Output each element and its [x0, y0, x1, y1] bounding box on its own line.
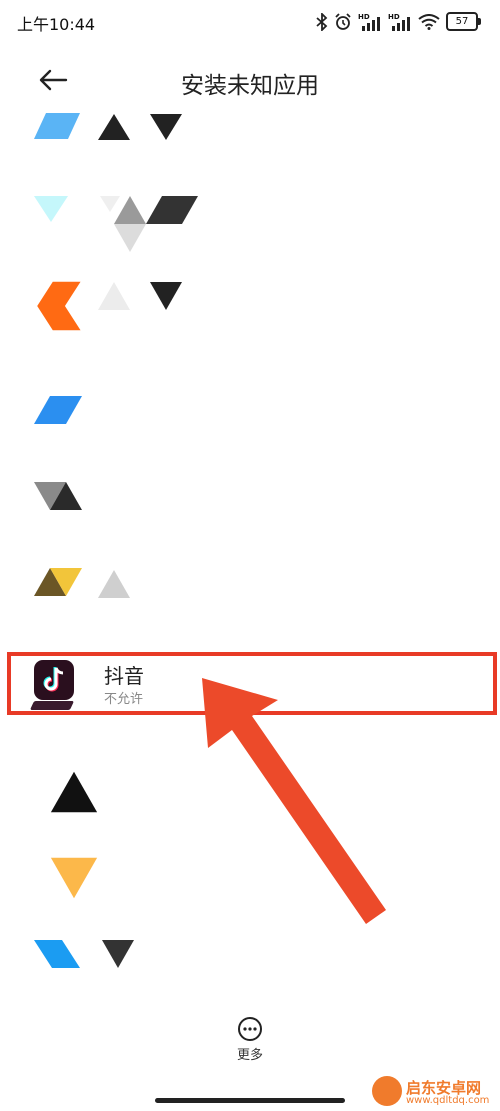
tiktok-note-icon — [43, 667, 64, 692]
app-list-item[interactable] — [0, 194, 500, 280]
obscured-label-shape — [100, 196, 198, 252]
obscured-label-shape — [102, 940, 134, 968]
app-list-item[interactable] — [0, 556, 500, 642]
more-button[interactable]: 更多 — [222, 1016, 278, 1072]
status-bar: 上午10:44 HD HD 57 — [0, 0, 500, 44]
status-icons: HD HD 57 — [316, 12, 481, 31]
app-list-item[interactable] — [0, 470, 500, 556]
obscured-label-shape — [98, 114, 182, 140]
app-list-item[interactable] — [0, 756, 500, 842]
status-time: 上午10:44 — [17, 15, 96, 34]
app-name: 抖音 — [104, 664, 144, 688]
watermark-url: www.qdltdq.com — [406, 1095, 490, 1106]
obscured-label-shape — [98, 282, 182, 310]
app-list-item[interactable] — [0, 928, 500, 1014]
app-list-item[interactable] — [0, 280, 500, 366]
app-list-item[interactable] — [0, 108, 500, 194]
app-icon — [37, 281, 81, 331]
more-icon — [238, 1017, 262, 1041]
app-permission-status: 不允许 — [104, 692, 144, 707]
page-title: 安装未知应用 — [181, 73, 319, 99]
app-icon — [50, 771, 98, 813]
wifi-icon — [418, 13, 440, 30]
app-icon — [34, 396, 82, 424]
app-icon — [34, 482, 82, 510]
more-label: 更多 — [236, 1048, 263, 1063]
app-icon — [50, 857, 98, 899]
home-indicator[interactable] — [155, 1098, 345, 1103]
site-watermark: 启东安卓网 www.qdltdq.com — [372, 1076, 500, 1111]
app-icon — [34, 940, 80, 968]
app-icon — [34, 568, 82, 596]
douyin-app-icon — [34, 660, 74, 700]
battery-indicator: 57 — [446, 12, 481, 31]
app-list-item[interactable] — [0, 842, 500, 928]
app-icon — [34, 196, 68, 222]
app-icon — [34, 113, 80, 139]
top-header: 安装未知应用 — [0, 52, 500, 108]
alarm-icon — [335, 12, 351, 30]
bluetooth-icon — [316, 12, 328, 31]
obscured-label-shape — [98, 570, 130, 598]
highlighted-app-row[interactable] — [7, 652, 497, 715]
signal-icon-2: HD — [388, 13, 412, 31]
watermark-logo-icon — [372, 1076, 402, 1106]
app-icon-shadow — [29, 701, 75, 710]
app-list-item[interactable] — [0, 382, 500, 468]
signal-icon: HD — [358, 13, 382, 31]
